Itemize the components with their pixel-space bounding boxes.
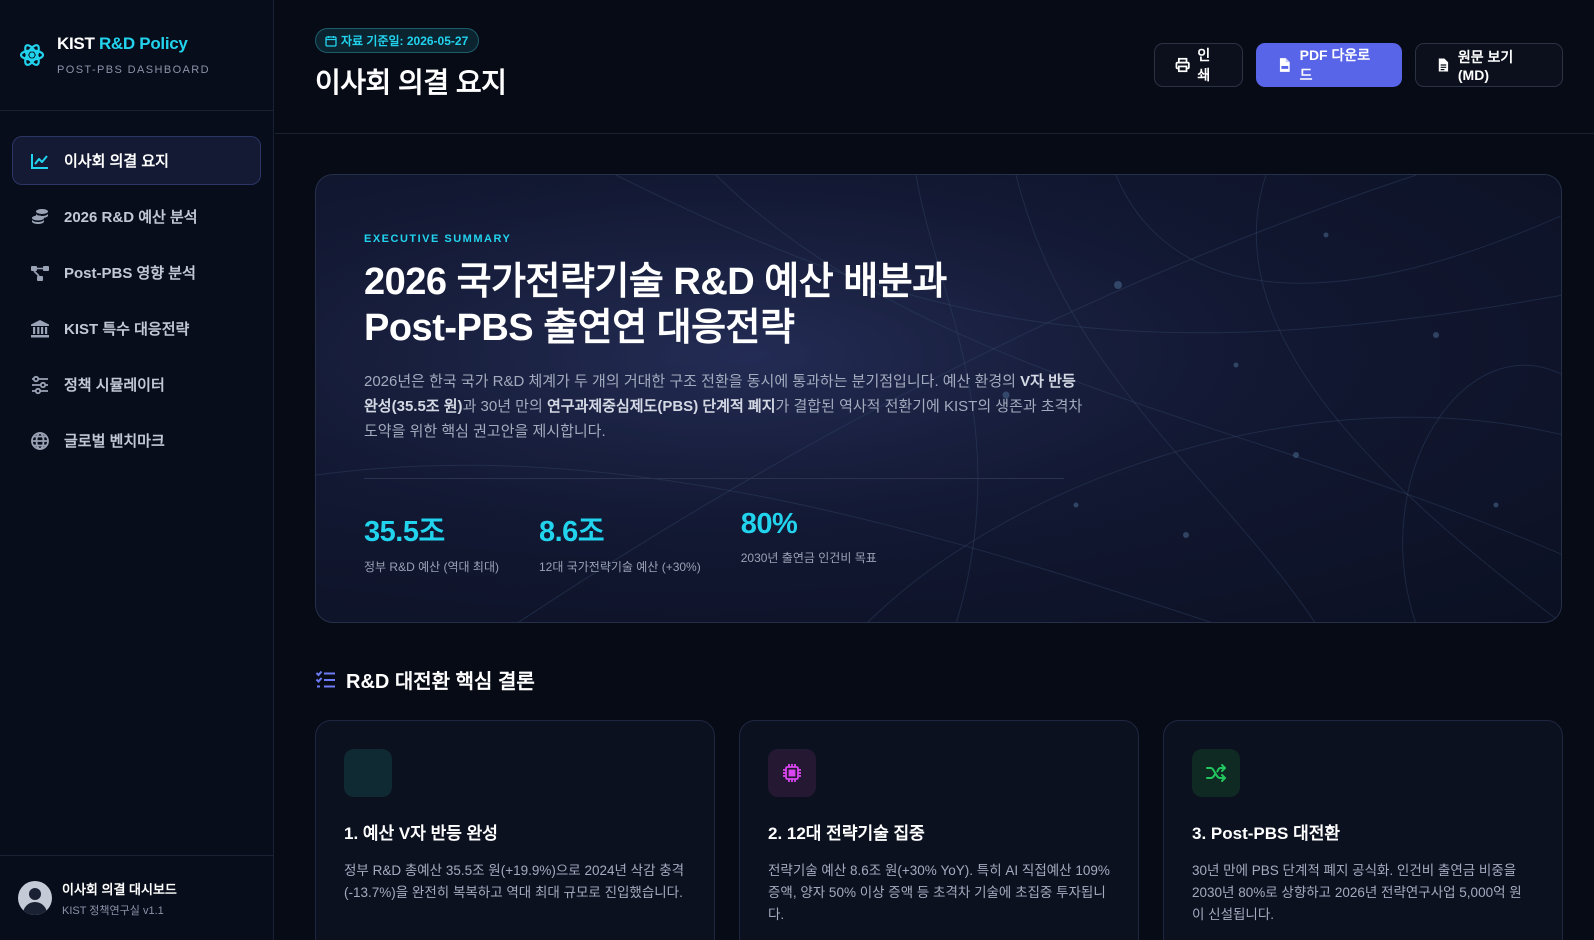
card-strategic-tech[interactable]: 2. 12대 전략기술 집중 전략기술 예산 8.6조 원(+30% YoY).… bbox=[739, 720, 1139, 940]
list-check-icon bbox=[315, 670, 335, 688]
hero-title-line2: Post-PBS 출연연 대응전략 bbox=[364, 307, 795, 349]
sidebar-item-kist-strategy[interactable]: KIST 특수 대응전략 bbox=[12, 304, 261, 353]
pdf-download-button[interactable]: PDF 다운로드 bbox=[1256, 43, 1402, 87]
sidebar-item-board-summary[interactable]: 이사회 의결 요지 bbox=[12, 136, 261, 185]
date-badge: 자료 기준일: 2026-05-27 bbox=[315, 28, 480, 53]
sidebar-item-policy-simulator[interactable]: 정책 시뮬레이터 bbox=[12, 360, 261, 409]
calendar-icon bbox=[325, 35, 337, 47]
chart-line-icon bbox=[29, 150, 51, 172]
sidebar-item-label: Post-PBS 영향 분석 bbox=[64, 265, 196, 282]
sidebar-item-label: 정책 시뮬레이터 bbox=[64, 377, 165, 394]
globe-icon bbox=[29, 430, 51, 452]
coins-icon bbox=[29, 206, 51, 228]
sidebar-item-label: 이사회 의결 요지 bbox=[64, 153, 169, 170]
trend-up-icon bbox=[344, 749, 392, 797]
header-actions: 인쇄 PDF 다운로드 원문 보기 (MD) bbox=[1154, 43, 1563, 87]
stat-labor-cost-target: 80% 2030년 출연금 인건비 목표 bbox=[741, 508, 877, 575]
stat-label: 정부 R&D 예산 (역대 최대) bbox=[364, 560, 499, 574]
sidebar-item-pbs-impact[interactable]: Post-PBS 영향 분석 bbox=[12, 248, 261, 297]
view-original-button[interactable]: 원문 보기 (MD) bbox=[1415, 43, 1563, 87]
stat-label: 12대 국가전략기술 예산 (+30%) bbox=[539, 560, 701, 574]
shuffle-icon bbox=[1192, 749, 1240, 797]
sidebar-item-label: KIST 특수 대응전략 bbox=[64, 321, 190, 338]
stat-value: 8.6조 bbox=[539, 516, 604, 548]
date-badge-text: 자료 기준일: 2026-05-27 bbox=[341, 34, 469, 48]
hero-eyebrow: EXECUTIVE SUMMARY bbox=[364, 233, 512, 245]
hero-stats: 35.5조 정부 R&D 예산 (역대 최대) 8.6조 12대 국가전략기술 … bbox=[364, 508, 917, 575]
print-button-label: 인쇄 bbox=[1197, 47, 1211, 83]
card-title: 2. 12대 전략기술 집중 bbox=[768, 824, 925, 843]
card-body: 정부 R&D 총예산 35.5조 원(+19.9%)으로 2024년 삭감 충격… bbox=[344, 863, 685, 900]
sidebar-footer[interactable]: 이사회 의결 대시보드 KIST 정책연구실 v1.1 bbox=[0, 855, 274, 940]
hero-divider bbox=[364, 478, 1064, 479]
hero-description: 2026년은 한국 국가 R&D 체계가 두 개의 거대한 구조 전환을 동시에… bbox=[364, 373, 1083, 440]
conclusion-cards: 1. 예산 V자 반등 완성 정부 R&D 총예산 35.5조 원(+19.9%… bbox=[315, 720, 1563, 940]
pdf-download-label: PDF 다운로드 bbox=[1299, 47, 1371, 83]
print-button[interactable]: 인쇄 bbox=[1154, 43, 1243, 87]
sidebar-item-label: 글로벌 벤치마크 bbox=[64, 433, 165, 450]
section-title: R&D 대전환 핵심 결론 bbox=[346, 671, 535, 693]
sliders-icon bbox=[29, 374, 51, 396]
card-body: 전략기술 예산 8.6조 원(+30% YoY). 특히 AI 직접예산 109… bbox=[768, 863, 1110, 922]
brand-subtitle: POST-PBS DASHBOARD bbox=[57, 64, 210, 76]
diagram-icon bbox=[29, 262, 51, 284]
card-budget-rebound[interactable]: 1. 예산 V자 반등 완성 정부 R&D 총예산 35.5조 원(+19.9%… bbox=[315, 720, 715, 940]
page-title: 이사회 의결 요지 bbox=[315, 67, 507, 98]
sidebar-nav: 이사회 의결 요지 2026 R&D 예산 분석 Post-PBS 영향 분석 … bbox=[0, 111, 273, 465]
stat-strategic-budget: 8.6조 12대 국가전략기술 예산 (+30%) bbox=[539, 508, 701, 575]
brand[interactable]: KIST R&D Policy POST-PBS DASHBOARD bbox=[0, 0, 273, 111]
sidebar-item-label: 2026 R&D 예산 분석 bbox=[64, 209, 198, 226]
file-pdf-icon bbox=[1279, 58, 1290, 72]
footer-title: 이사회 의결 대시보드 bbox=[62, 881, 177, 897]
sidebar-item-budget-analysis[interactable]: 2026 R&D 예산 분석 bbox=[12, 192, 261, 241]
section-heading: R&D 대전환 핵심 결론 bbox=[315, 665, 535, 694]
sidebar-item-global-benchmark[interactable]: 글로벌 벤치마크 bbox=[12, 416, 261, 465]
executive-summary-hero: EXECUTIVE SUMMARY 2026 국가전략기술 R&D 예산 배분과… bbox=[315, 174, 1562, 623]
atom-icon bbox=[19, 44, 45, 66]
footer-subtitle: KIST 정책연구실 v1.1 bbox=[62, 904, 164, 917]
card-body: 30년 만에 PBS 단계적 폐지 공식화. 인건비 출연금 비중을 2030년… bbox=[1192, 863, 1522, 922]
sidebar: KIST R&D Policy POST-PBS DASHBOARD 이사회 의… bbox=[0, 0, 274, 940]
chip-icon bbox=[768, 749, 816, 797]
printer-icon bbox=[1175, 57, 1190, 73]
hero-title: 2026 국가전략기술 R&D 예산 배분과 Post-PBS 출연연 대응전략 bbox=[364, 259, 1084, 351]
view-original-label: 원문 보기 (MD) bbox=[1457, 49, 1514, 83]
building-columns-icon bbox=[29, 318, 51, 340]
stat-value: 35.5조 bbox=[364, 516, 445, 548]
brand-title: KIST R&D Policy bbox=[57, 34, 188, 53]
stat-value: 80% bbox=[740, 508, 798, 540]
hero-title-line1: 2026 국가전략기술 R&D 예산 배분과 bbox=[364, 261, 947, 303]
main-content: 자료 기준일: 2026-05-27 이사회 의결 요지 인쇄 PDF 다운로드… bbox=[275, 0, 1594, 940]
card-title: 3. Post-PBS 대전환 bbox=[1192, 824, 1340, 843]
topbar: 자료 기준일: 2026-05-27 이사회 의결 요지 인쇄 PDF 다운로드… bbox=[275, 0, 1594, 134]
card-title: 1. 예산 V자 반등 완성 bbox=[344, 824, 498, 843]
file-text-icon bbox=[1438, 58, 1449, 72]
stat-total-budget: 35.5조 정부 R&D 예산 (역대 최대) bbox=[364, 508, 499, 575]
user-circle-icon bbox=[18, 881, 52, 915]
stat-label: 2030년 출연금 인건비 목표 bbox=[740, 551, 877, 565]
card-post-pbs[interactable]: 3. Post-PBS 대전환 30년 만에 PBS 단계적 폐지 공식화. 인… bbox=[1163, 720, 1563, 940]
